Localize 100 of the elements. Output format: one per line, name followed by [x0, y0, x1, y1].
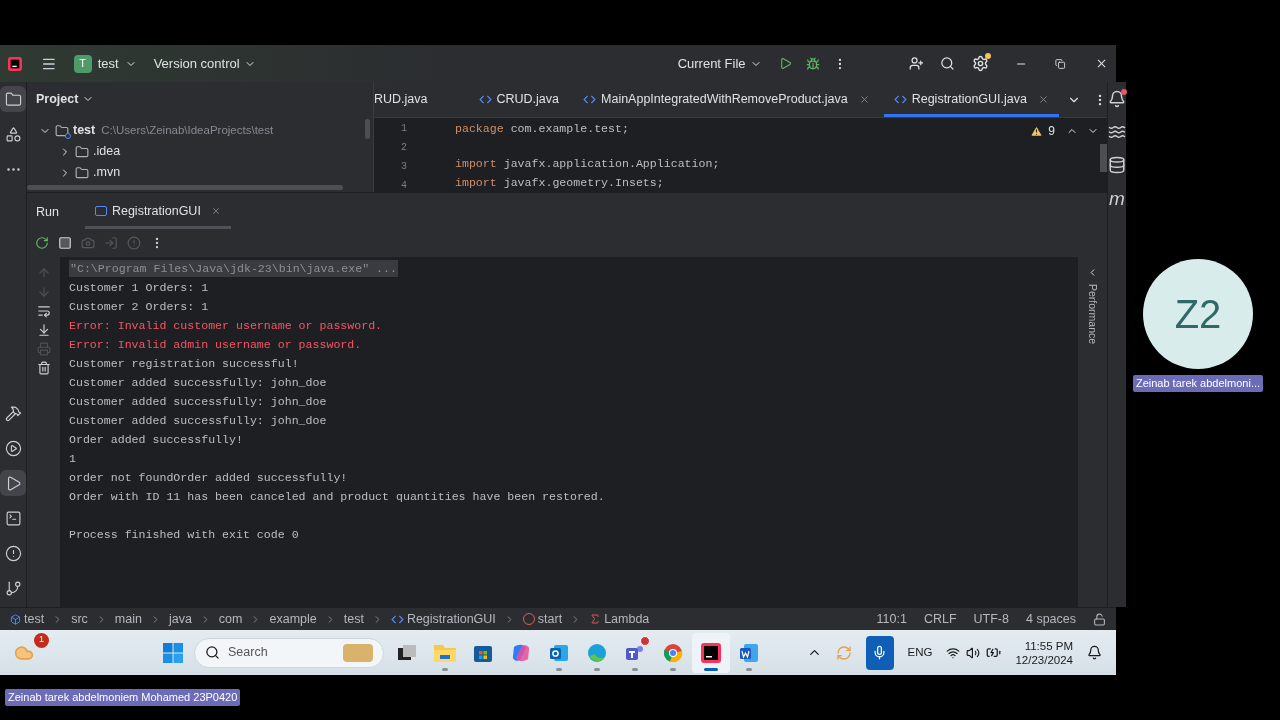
status-item[interactable]: CRLF	[923, 609, 957, 629]
breadcrumb-item[interactable]: com	[218, 609, 243, 629]
participant-name: Zeinab tarek abdelmoni...	[1132, 375, 1264, 392]
ide-icon	[700, 641, 722, 664]
run-configuration[interactable]: Current File	[677, 53, 746, 74]
path-text: C:\Users\Zeinab\IdeaProjects\test	[101, 122, 274, 138]
browser-icon	[662, 641, 684, 664]
warning-icon	[1030, 124, 1044, 138]
run-icon[interactable]	[778, 56, 792, 71]
side-panel-tab[interactable]: Performance	[1084, 284, 1101, 345]
breadcrumb-item[interactable]: start	[537, 609, 563, 629]
avatar-initials: Z2	[1174, 291, 1222, 338]
add-user-icon[interactable]	[908, 55, 924, 72]
tree-item[interactable]: .idea	[93, 142, 121, 161]
project-panel-title[interactable]: Project	[36, 89, 79, 109]
breadcrumb-item[interactable]: src	[71, 609, 88, 629]
breadcrumb-item[interactable]: main	[114, 609, 142, 629]
tree-item[interactable]: .mvn	[93, 163, 121, 182]
project-badge: T	[73, 54, 92, 73]
trash-icon[interactable]	[36, 361, 51, 375]
code-line: import javafx.geometry.Insets;	[455, 176, 664, 189]
breadcrumb-item[interactable]: example	[269, 609, 317, 629]
search-icon[interactable]	[940, 55, 956, 72]
taskbar-button[interactable]	[692, 632, 730, 673]
module-folder-icon	[55, 123, 69, 138]
volume-icon[interactable]	[966, 645, 981, 660]
scrollbar	[1100, 144, 1107, 172]
rerun-icon[interactable]	[35, 236, 49, 250]
panel-title: Run	[36, 204, 59, 222]
wifi-icon[interactable]	[946, 645, 961, 660]
console-line: Process finished with exit code 0	[69, 526, 299, 543]
console-line: Customer added successfully: john_doe	[69, 393, 327, 410]
app-logo-icon	[8, 55, 22, 72]
editor-tab[interactable]: MainAppIntegratedWithRemoveProduct.java	[573, 82, 880, 117]
folder-icon[interactable]	[0, 86, 26, 112]
wrap-icon[interactable]	[36, 304, 51, 318]
project-selector[interactable]: T test	[73, 53, 137, 74]
notifications-icon[interactable]	[1087, 645, 1102, 660]
stop-icon[interactable]	[58, 236, 72, 250]
breadcrumb-item[interactable]: Lambda	[604, 609, 650, 629]
line-number: 1	[401, 122, 407, 136]
microphone-button[interactable]	[865, 635, 894, 670]
console-line: order not foundOrder added successfully!	[69, 469, 348, 486]
search-icon	[205, 645, 220, 660]
editor-tab[interactable]: RegistrationGUI.java	[883, 82, 1059, 117]
warning-count[interactable]: 9	[1048, 122, 1055, 140]
breadcrumb-item[interactable]: test	[24, 609, 45, 629]
start-icon[interactable]	[163, 642, 183, 663]
database-icon[interactable]	[1108, 156, 1126, 174]
console-line: 1	[69, 450, 76, 467]
code-line: import javafx.application.Application;	[455, 157, 720, 170]
folder-icon	[75, 165, 89, 180]
breadcrumb-item[interactable]: test	[343, 609, 364, 629]
console-line: Customer 1 Orders: 1	[69, 279, 209, 296]
console-line: Order with ID 11 has been canceled and product quantities have been restored.	[69, 488, 605, 505]
breadcrumb-item[interactable]: java	[168, 609, 192, 629]
console-line: Customer added successfully: john_doe	[69, 374, 327, 391]
run-icon[interactable]	[0, 470, 26, 496]
line-number: 2	[401, 141, 407, 155]
scrollbar	[365, 119, 370, 139]
console-line: Customer 2 Orders: 1	[69, 298, 209, 315]
status-badge	[640, 635, 650, 646]
line-number: 4	[401, 179, 407, 192]
editor-tab[interactable]: RUD.java	[374, 82, 465, 117]
lock-icon[interactable]	[1093, 612, 1106, 626]
caption-label: Zeinab tarek abdelmoniem Mohamed 23P0420	[5, 689, 241, 706]
debug-icon[interactable]	[805, 55, 820, 72]
console-line: Customer added successfully: john_doe	[69, 412, 327, 429]
version-control-menu[interactable]: Version control	[153, 53, 240, 74]
tree-item[interactable]: test	[73, 121, 96, 140]
class-icon	[893, 93, 907, 106]
code-line: package com.example.test;	[455, 122, 629, 135]
clock-time[interactable]: 11:55 PM	[1024, 638, 1073, 653]
status-item[interactable]: 4 spaces	[1025, 609, 1076, 629]
settings-icon[interactable]	[972, 55, 990, 72]
document-icon	[738, 641, 760, 664]
breadcrumb-item[interactable]: RegistrationGUI	[406, 609, 496, 629]
editor-tab[interactable]: CRUD.java	[468, 82, 569, 117]
search-field[interactable]: Search	[194, 637, 384, 668]
module-icon	[10, 613, 21, 625]
restore-icon[interactable]	[1055, 57, 1066, 70]
status-item[interactable]: UTF-8	[973, 609, 1009, 629]
class-icon	[478, 93, 492, 106]
status-item[interactable]: 110:1	[876, 609, 907, 629]
class-icon	[583, 93, 596, 106]
maven-icon[interactable]: m	[1109, 189, 1125, 209]
language-indicator[interactable]: ENG	[907, 643, 933, 662]
folder-icon	[75, 144, 89, 159]
bell-icon[interactable]	[1108, 90, 1126, 108]
error-line: Error: Invalid customer username or password.	[69, 317, 383, 334]
browser-icon	[586, 641, 608, 664]
project-name: test	[97, 54, 119, 73]
run-tab[interactable]: RegistrationGUI	[84, 196, 231, 229]
battery-icon[interactable]	[986, 645, 1002, 660]
notification-badge: 1	[34, 632, 49, 648]
scroll-end-icon[interactable]	[36, 323, 51, 337]
window-icon	[94, 206, 107, 216]
console-line: Customer registration successful!	[69, 355, 299, 372]
clock-date[interactable]: 12/23/2024	[1015, 652, 1073, 667]
microphone-icon	[872, 645, 887, 660]
